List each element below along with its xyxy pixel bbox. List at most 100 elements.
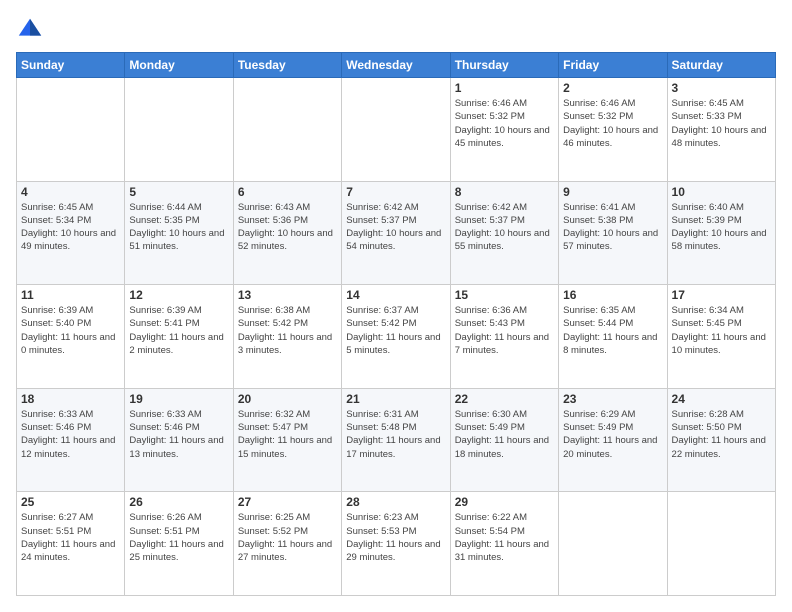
day-number: 27	[238, 495, 337, 509]
weekday-header: Saturday	[667, 53, 775, 78]
calendar-cell: 6 Sunrise: 6:43 AM Sunset: 5:36 PM Daylig…	[233, 181, 341, 285]
day-info: Sunrise: 6:46 AM Sunset: 5:32 PM Dayligh…	[563, 97, 662, 150]
calendar-week: 4Sunrise: 6:45 AM Sunset: 5:34 PM Daylig…	[17, 181, 776, 285]
calendar-cell: 16Sunrise: 6:35 AM Sunset: 5:44 PM Dayli…	[559, 285, 667, 389]
day-info: Sunrise: 6:23 AM Sunset: 5:53 PM Dayligh…	[346, 511, 445, 564]
calendar-cell: 21 Sunrise: 6:31 AM Sunset: 5:48 PM Dayli…	[342, 388, 450, 492]
day-info: Sunrise: 6:25 AM Sunset: 5:52 PM Dayligh…	[238, 511, 337, 564]
day-info: Sunrise: 6:41 AM Sunset: 5:38 PM Dayligh…	[563, 201, 662, 254]
day-number: 20	[238, 392, 337, 406]
calendar-cell: 3 Sunrise: 6:45 AM Sunset: 5:33 PM Daylig…	[667, 78, 775, 182]
day-number: 8	[455, 185, 554, 199]
calendar-cell	[233, 78, 341, 182]
calendar-header: SundayMondayTuesdayWednesdayThursdayFrid…	[17, 53, 776, 78]
calendar-week: 11 Sunrise: 6:39 AM Sunset: 5:40 PM Dayli…	[17, 285, 776, 389]
day-info: Sunrise: 6:33 AM Sunset: 5:46 PM Dayligh…	[21, 408, 120, 461]
day-number: 26	[129, 495, 228, 509]
day-number: 3	[672, 81, 771, 95]
calendar-cell: 7 Sunrise: 6:42 AM Sunset: 5:37 PM Daylig…	[342, 181, 450, 285]
calendar-cell: 4Sunrise: 6:45 AM Sunset: 5:34 PM Daylig…	[17, 181, 125, 285]
day-number: 22	[455, 392, 554, 406]
calendar-cell: 9 Sunrise: 6:41 AM Sunset: 5:38 PM Daylig…	[559, 181, 667, 285]
day-number: 13	[238, 288, 337, 302]
day-number: 10	[672, 185, 771, 199]
day-number: 16	[563, 288, 662, 302]
day-info: Sunrise: 6:32 AM Sunset: 5:47 PM Dayligh…	[238, 408, 337, 461]
day-info: Sunrise: 6:45 AM Sunset: 5:33 PM Dayligh…	[672, 97, 771, 150]
weekday-header: Wednesday	[342, 53, 450, 78]
calendar-week: 18 Sunrise: 6:33 AM Sunset: 5:46 PM Dayli…	[17, 388, 776, 492]
day-info: Sunrise: 6:39 AM Sunset: 5:41 PM Dayligh…	[129, 304, 228, 357]
day-info: Sunrise: 6:30 AM Sunset: 5:49 PM Dayligh…	[455, 408, 554, 461]
day-info: Sunrise: 6:43 AM Sunset: 5:36 PM Dayligh…	[238, 201, 337, 254]
calendar-cell: 25 Sunrise: 6:27 AM Sunset: 5:51 PM Dayli…	[17, 492, 125, 596]
calendar-cell: 23 Sunrise: 6:29 AM Sunset: 5:49 PM Dayli…	[559, 388, 667, 492]
day-number: 2	[563, 81, 662, 95]
day-info: Sunrise: 6:42 AM Sunset: 5:37 PM Dayligh…	[346, 201, 445, 254]
day-info: Sunrise: 6:44 AM Sunset: 5:35 PM Dayligh…	[129, 201, 228, 254]
calendar-week: 25 Sunrise: 6:27 AM Sunset: 5:51 PM Dayli…	[17, 492, 776, 596]
day-info: Sunrise: 6:34 AM Sunset: 5:45 PM Dayligh…	[672, 304, 771, 357]
header	[16, 16, 776, 44]
day-number: 18	[21, 392, 120, 406]
day-number: 29	[455, 495, 554, 509]
calendar-cell: 18 Sunrise: 6:33 AM Sunset: 5:46 PM Dayli…	[17, 388, 125, 492]
calendar-cell: 12 Sunrise: 6:39 AM Sunset: 5:41 PM Dayli…	[125, 285, 233, 389]
day-number: 9	[563, 185, 662, 199]
calendar-cell: 2 Sunrise: 6:46 AM Sunset: 5:32 PM Daylig…	[559, 78, 667, 182]
day-number: 1	[455, 81, 554, 95]
day-info: Sunrise: 6:39 AM Sunset: 5:40 PM Dayligh…	[21, 304, 120, 357]
calendar-body: 1 Sunrise: 6:46 AM Sunset: 5:32 PM Daylig…	[17, 78, 776, 596]
day-info: Sunrise: 6:42 AM Sunset: 5:37 PM Dayligh…	[455, 201, 554, 254]
calendar-cell	[17, 78, 125, 182]
calendar-cell: 11 Sunrise: 6:39 AM Sunset: 5:40 PM Dayli…	[17, 285, 125, 389]
day-number: 14	[346, 288, 445, 302]
calendar-cell: 1 Sunrise: 6:46 AM Sunset: 5:32 PM Daylig…	[450, 78, 558, 182]
calendar-cell	[125, 78, 233, 182]
day-number: 7	[346, 185, 445, 199]
day-info: Sunrise: 6:46 AM Sunset: 5:32 PM Dayligh…	[455, 97, 554, 150]
calendar: SundayMondayTuesdayWednesdayThursdayFrid…	[16, 52, 776, 596]
day-info: Sunrise: 6:37 AM Sunset: 5:42 PM Dayligh…	[346, 304, 445, 357]
day-number: 5	[129, 185, 228, 199]
day-number: 19	[129, 392, 228, 406]
calendar-cell: 5 Sunrise: 6:44 AM Sunset: 5:35 PM Daylig…	[125, 181, 233, 285]
calendar-cell: 29 Sunrise: 6:22 AM Sunset: 5:54 PM Dayli…	[450, 492, 558, 596]
day-number: 4	[21, 185, 120, 199]
calendar-cell: 20 Sunrise: 6:32 AM Sunset: 5:47 PM Dayli…	[233, 388, 341, 492]
day-number: 23	[563, 392, 662, 406]
day-number: 28	[346, 495, 445, 509]
day-info: Sunrise: 6:27 AM Sunset: 5:51 PM Dayligh…	[21, 511, 120, 564]
calendar-cell: 24 Sunrise: 6:28 AM Sunset: 5:50 PM Dayli…	[667, 388, 775, 492]
calendar-cell: 28 Sunrise: 6:23 AM Sunset: 5:53 PM Dayli…	[342, 492, 450, 596]
calendar-cell: 27 Sunrise: 6:25 AM Sunset: 5:52 PM Dayli…	[233, 492, 341, 596]
day-info: Sunrise: 6:29 AM Sunset: 5:49 PM Dayligh…	[563, 408, 662, 461]
day-info: Sunrise: 6:40 AM Sunset: 5:39 PM Dayligh…	[672, 201, 771, 254]
day-info: Sunrise: 6:38 AM Sunset: 5:42 PM Dayligh…	[238, 304, 337, 357]
day-number: 12	[129, 288, 228, 302]
day-number: 17	[672, 288, 771, 302]
weekday-header: Friday	[559, 53, 667, 78]
calendar-cell: 14 Sunrise: 6:37 AM Sunset: 5:42 PM Dayli…	[342, 285, 450, 389]
calendar-cell: 22 Sunrise: 6:30 AM Sunset: 5:49 PM Dayli…	[450, 388, 558, 492]
calendar-cell	[559, 492, 667, 596]
calendar-cell: 15Sunrise: 6:36 AM Sunset: 5:43 PM Dayli…	[450, 285, 558, 389]
calendar-cell: 17 Sunrise: 6:34 AM Sunset: 5:45 PM Dayli…	[667, 285, 775, 389]
calendar-cell: 13 Sunrise: 6:38 AM Sunset: 5:42 PM Dayli…	[233, 285, 341, 389]
weekday-header: Monday	[125, 53, 233, 78]
calendar-cell: 8 Sunrise: 6:42 AM Sunset: 5:37 PM Daylig…	[450, 181, 558, 285]
day-info: Sunrise: 6:31 AM Sunset: 5:48 PM Dayligh…	[346, 408, 445, 461]
day-number: 24	[672, 392, 771, 406]
day-number: 11	[21, 288, 120, 302]
page: SundayMondayTuesdayWednesdayThursdayFrid…	[0, 0, 792, 612]
weekday-header: Tuesday	[233, 53, 341, 78]
day-number: 21	[346, 392, 445, 406]
calendar-cell: 26 Sunrise: 6:26 AM Sunset: 5:51 PM Dayli…	[125, 492, 233, 596]
calendar-cell	[667, 492, 775, 596]
day-info: Sunrise: 6:28 AM Sunset: 5:50 PM Dayligh…	[672, 408, 771, 461]
day-info: Sunrise: 6:22 AM Sunset: 5:54 PM Dayligh…	[455, 511, 554, 564]
day-number: 25	[21, 495, 120, 509]
day-info: Sunrise: 6:26 AM Sunset: 5:51 PM Dayligh…	[129, 511, 228, 564]
day-number: 15	[455, 288, 554, 302]
day-number: 6	[238, 185, 337, 199]
